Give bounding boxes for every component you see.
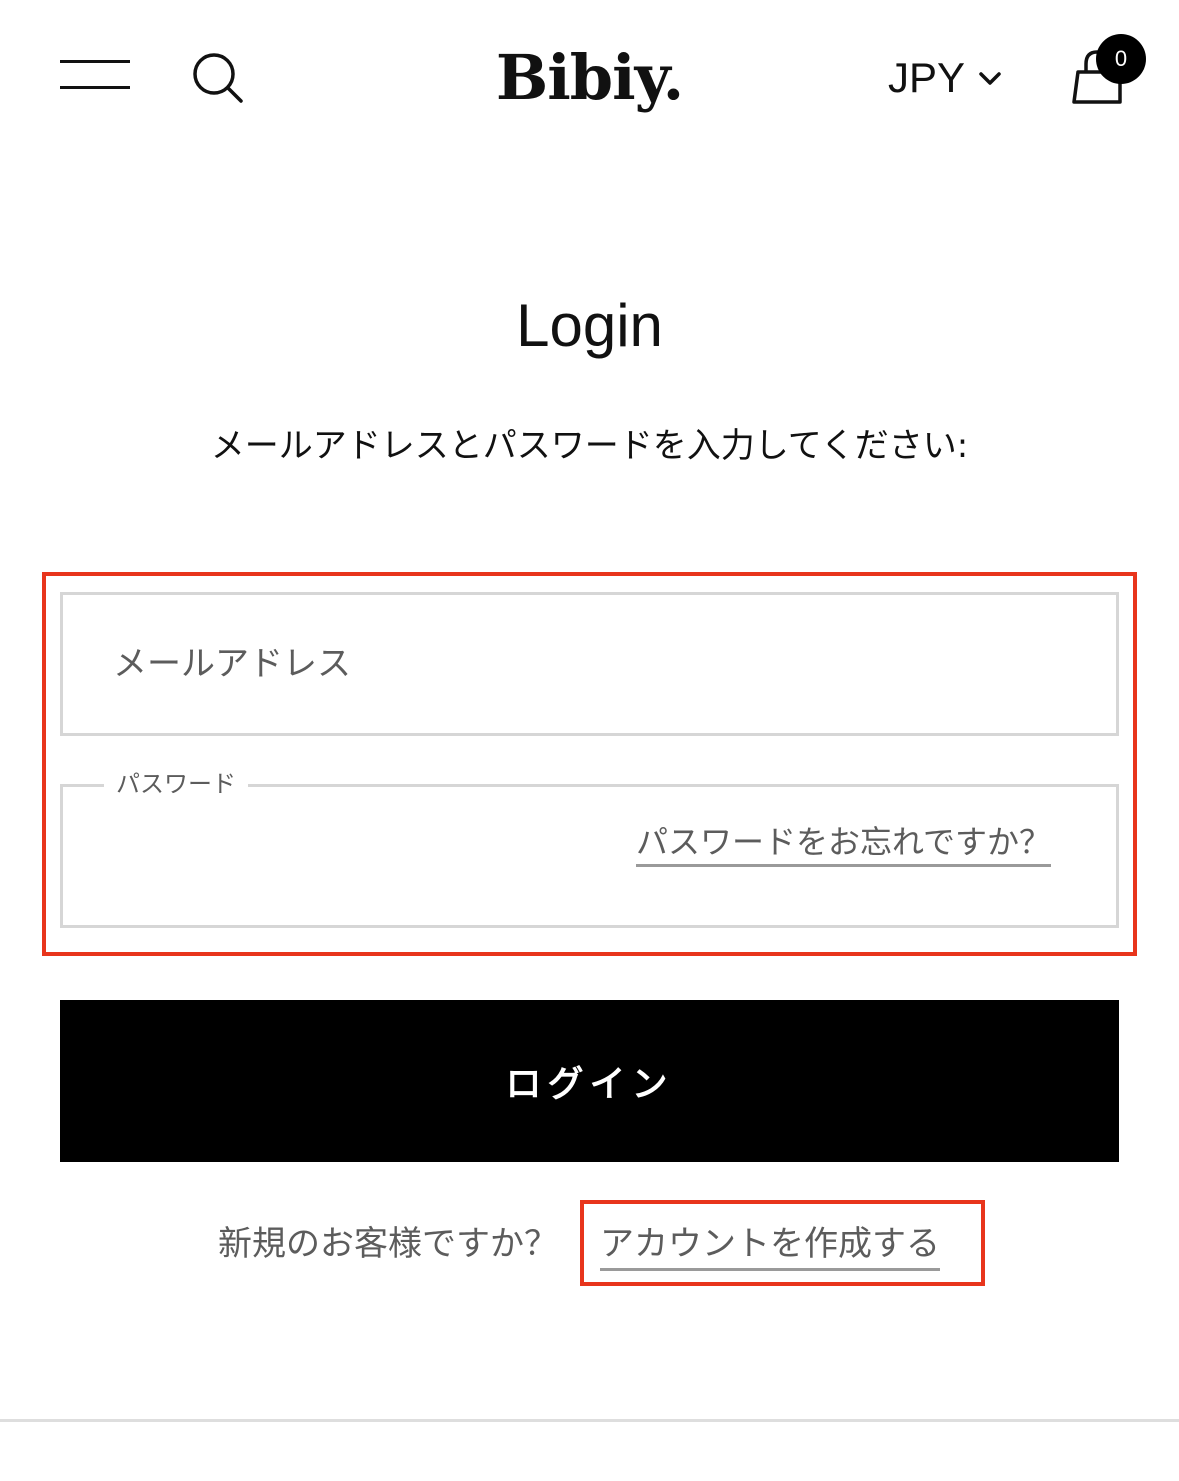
cart-count-badge: 0 bbox=[1096, 34, 1146, 84]
login-instructions: メールアドレスとパスワードを入力してください: bbox=[210, 426, 969, 466]
password-label: パスワード bbox=[104, 768, 248, 800]
login-button[interactable]: ログイン bbox=[60, 1000, 1119, 1162]
password-input[interactable] bbox=[63, 787, 623, 925]
register-row: 新規のお客様ですか？ アカウントを作成する bbox=[0, 1220, 1179, 1271]
email-input[interactable] bbox=[63, 595, 1116, 733]
register-prompt: 新規のお客様ですか？ bbox=[218, 1224, 558, 1264]
create-account-link[interactable]: アカウントを作成する bbox=[600, 1220, 940, 1271]
page-title: Login bbox=[516, 292, 663, 359]
currency-selector[interactable]: JPY bbox=[888, 50, 1003, 106]
cart-button[interactable]: 0 bbox=[1066, 30, 1156, 110]
footer-divider bbox=[0, 1419, 1179, 1422]
forgot-password-link[interactable]: パスワードをお忘れですか？ bbox=[636, 820, 1052, 867]
chevron-down-icon bbox=[979, 72, 1001, 85]
email-field-container bbox=[60, 592, 1119, 736]
site-header: Bibiy. JPY 0 bbox=[0, 0, 1179, 150]
currency-label: JPY bbox=[888, 54, 966, 101]
